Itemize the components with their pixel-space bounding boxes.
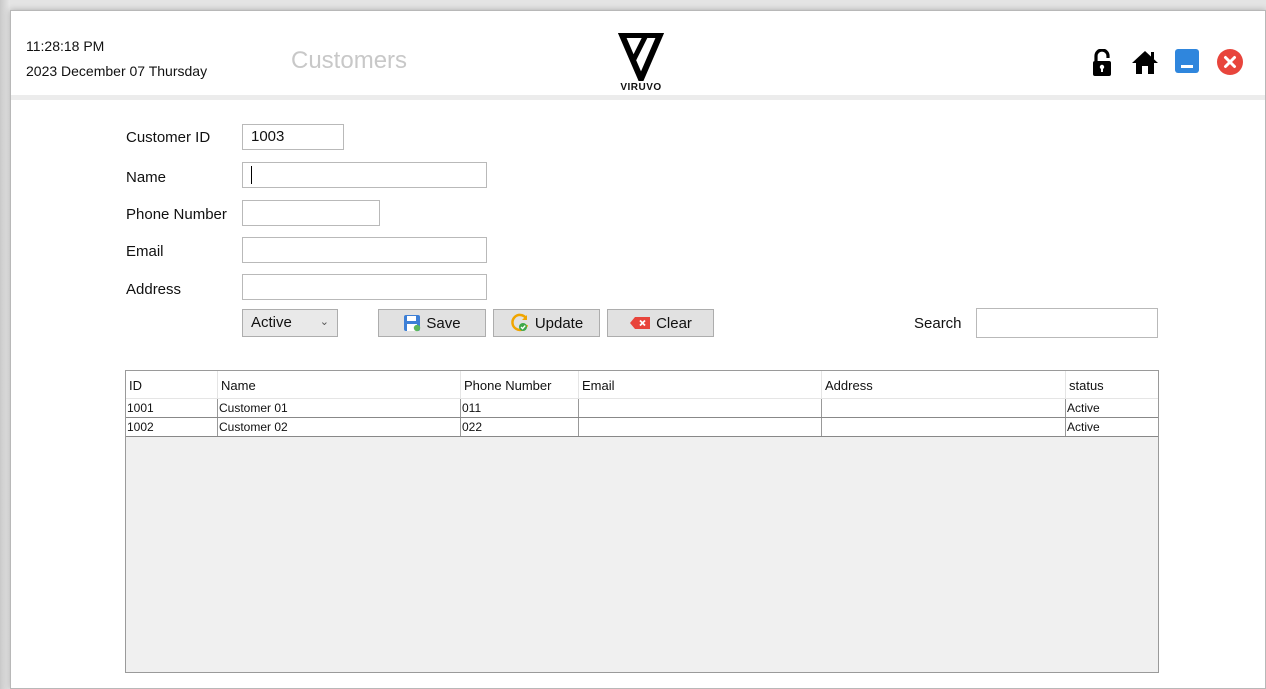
cell-email: [579, 418, 822, 436]
customer-id-label: Customer ID: [126, 129, 211, 146]
logo-text: VIRUVO: [620, 82, 662, 93]
column-header-status[interactable]: status: [1066, 371, 1158, 398]
refresh-icon: [511, 313, 528, 332]
cell-status: Active: [1067, 401, 1100, 415]
save-button[interactable]: Save: [378, 309, 486, 337]
column-header-email[interactable]: Email: [579, 371, 822, 398]
status-select-value: Active: [251, 314, 292, 331]
close-icon[interactable]: [1217, 49, 1243, 75]
search-label: Search: [914, 315, 962, 332]
name-field[interactable]: [242, 162, 487, 188]
backspace-icon: [630, 317, 651, 329]
column-header-phone[interactable]: Phone Number: [461, 371, 579, 398]
column-header-id[interactable]: ID: [126, 371, 218, 398]
address-label: Address: [126, 281, 182, 298]
email-field[interactable]: [242, 237, 487, 263]
lock-open-icon[interactable]: [1090, 48, 1116, 76]
customers-table[interactable]: ID Name Phone Number Email Address statu…: [125, 370, 1159, 673]
status-select[interactable]: Active ⌄: [242, 309, 338, 337]
cell-address: [822, 418, 1066, 436]
cell-phone: 022: [461, 418, 579, 436]
window-shadow: [0, 0, 10, 689]
phone-field[interactable]: [242, 200, 380, 226]
clock-date: 2023 December 07 Thursday: [26, 63, 208, 79]
home-icon[interactable]: [1131, 49, 1158, 75]
logo-mark-icon: [617, 32, 665, 87]
update-button[interactable]: Update: [493, 309, 600, 337]
cell-phone: 011: [461, 399, 579, 417]
phone-label: Phone Number: [126, 206, 227, 223]
search-input[interactable]: [976, 308, 1158, 338]
text-caret: [251, 166, 252, 185]
customer-id-field[interactable]: 1003: [242, 124, 344, 150]
minimize-icon[interactable]: [1175, 49, 1201, 75]
column-header-address[interactable]: Address: [822, 371, 1066, 398]
clock-time: 11:28:18 PM: [26, 38, 105, 54]
cell-address: [822, 399, 1066, 417]
cell-status: Active: [1067, 420, 1100, 434]
name-label: Name: [126, 169, 167, 186]
cell-name: Customer 01: [218, 399, 461, 417]
table-row[interactable]: 1002 Customer 02 022 Active: [126, 418, 1158, 437]
page-title: Customers: [291, 47, 408, 74]
cell-email: [579, 399, 822, 417]
cell-name: Customer 02: [218, 418, 461, 436]
viruvo-logo: VIRUVO: [617, 32, 665, 93]
save-button-label: Save: [426, 314, 461, 332]
customer-id-value: 1003: [251, 128, 285, 145]
cell-id: 1002: [126, 418, 218, 436]
cell-id: 1001: [126, 399, 218, 417]
clear-button[interactable]: Clear: [607, 309, 714, 337]
table-row[interactable]: 1001 Customer 01 011 Active: [126, 399, 1158, 418]
chevron-down-icon: ⌄: [319, 316, 329, 328]
customers-window: 11:28:18 PM 2023 December 07 Thursday Cu…: [10, 10, 1266, 689]
update-button-label: Update: [534, 314, 584, 332]
table-header: ID Name Phone Number Email Address statu…: [126, 371, 1158, 399]
email-label: Email: [126, 243, 164, 260]
save-icon: [404, 315, 421, 332]
address-field[interactable]: [242, 274, 487, 300]
header-bar: 11:28:18 PM 2023 December 07 Thursday Cu…: [11, 11, 1265, 100]
clear-button-label: Clear: [656, 314, 692, 332]
column-header-name[interactable]: Name: [218, 371, 461, 398]
